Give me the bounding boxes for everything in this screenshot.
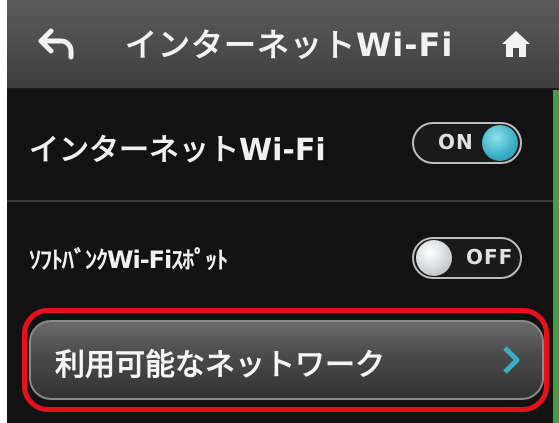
title-bar: インターネットWi-Fi	[7, 0, 559, 90]
internet-wifi-label: インターネットWi-Fi	[29, 133, 326, 168]
home-icon[interactable]	[501, 29, 531, 59]
internet-wifi-row: インターネットWi-Fi ON	[7, 90, 553, 202]
toggle-off-text: OFF	[466, 245, 514, 269]
softbank-wifi-spot-toggle[interactable]: OFF	[412, 237, 522, 279]
softbank-wifi-spot-row: ｿﾌﾄﾊﾞﾝｸWi-Fiｽﾎﾟｯﾄ OFF	[7, 202, 553, 308]
settings-panel: インターネットWi-Fi ON ｿﾌﾄﾊﾞﾝｸWi-Fiｽﾎﾟｯﾄ OFF 利用…	[7, 90, 559, 423]
chevron-right-icon	[503, 346, 520, 374]
softbank-wifi-spot-label: ｿﾌﾄﾊﾞﾝｸWi-Fiｽﾎﾟｯﾄ	[29, 246, 228, 274]
scrollbar-thumb[interactable]	[553, 90, 559, 423]
internet-wifi-toggle[interactable]: ON	[412, 122, 522, 164]
toggle-knob	[416, 240, 452, 276]
available-networks-button[interactable]: 利用可能なネットワーク	[29, 320, 544, 400]
page-title: インターネットWi-Fi	[125, 26, 454, 64]
available-networks-label: 利用可能なネットワーク	[55, 348, 385, 383]
toggle-knob	[482, 125, 518, 161]
toggle-on-text: ON	[438, 130, 474, 154]
device-screen: インターネットWi-Fi インターネットWi-Fi ON ｿﾌﾄﾊﾞﾝｸWi-F…	[0, 0, 559, 423]
scrollbar-track	[553, 90, 559, 423]
back-arrow-icon[interactable]	[37, 27, 77, 61]
